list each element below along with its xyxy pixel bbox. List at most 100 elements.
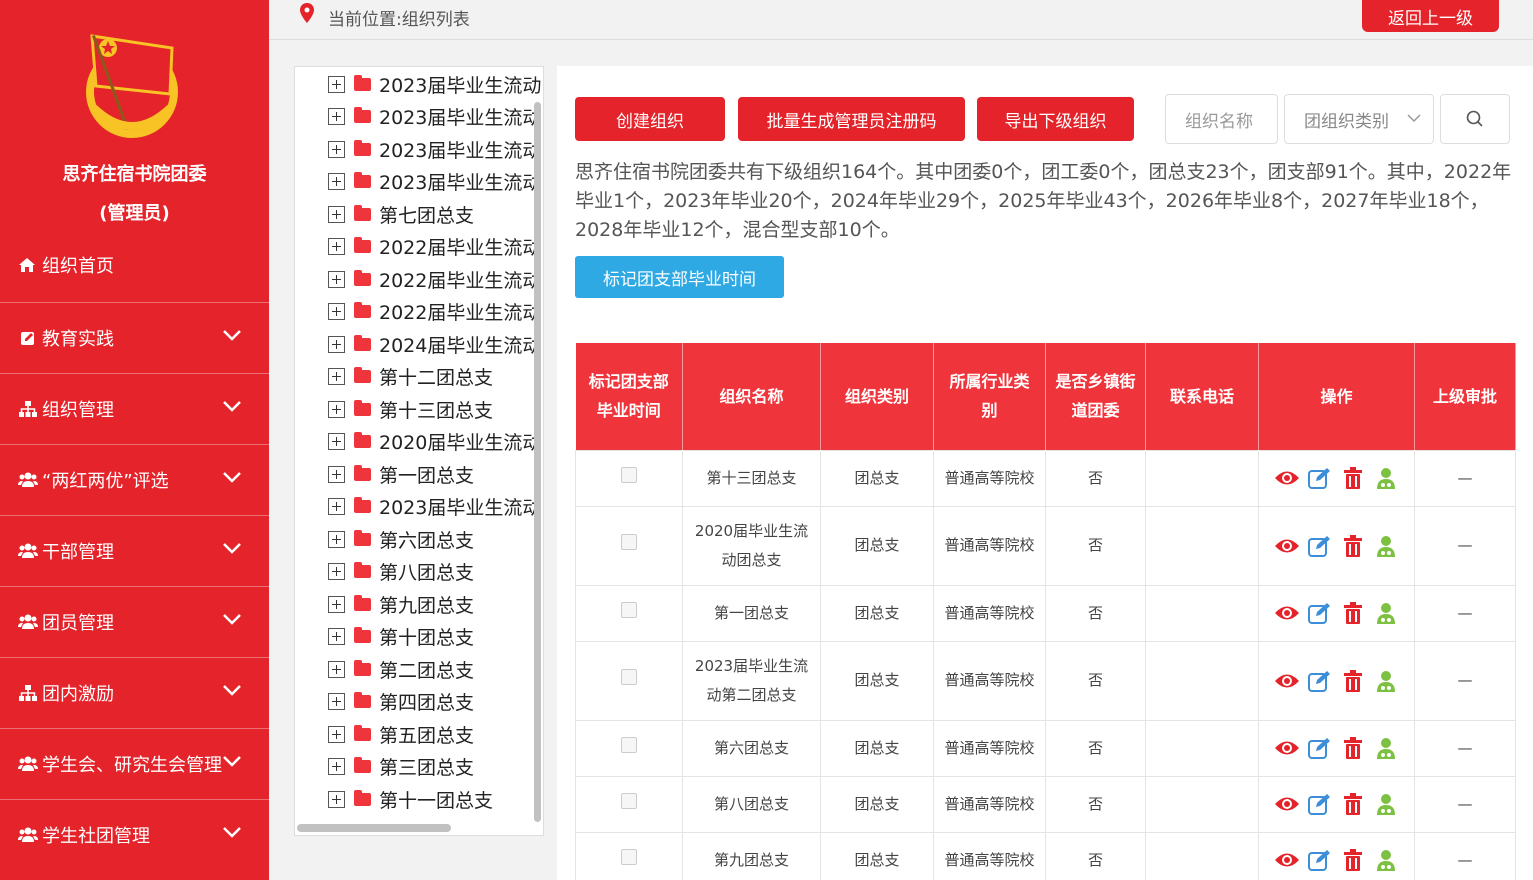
expand-plus-icon[interactable] [328,758,345,775]
delete-trash-icon[interactable] [1340,791,1366,817]
view-eye-icon[interactable] [1274,847,1300,873]
edit-icon[interactable] [1307,668,1333,694]
delete-trash-icon[interactable] [1340,735,1366,761]
edit-icon[interactable] [1307,600,1333,626]
expand-plus-icon[interactable] [328,108,345,125]
admin-user-icon[interactable] [1373,600,1399,626]
view-eye-icon[interactable] [1274,600,1300,626]
expand-plus-icon[interactable] [328,660,345,678]
export-sub-orgs-button[interactable]: 导出下级组织 [977,97,1134,141]
tree-node[interactable]: 2022届毕业生流动 [328,232,541,262]
tree-node[interactable]: 2024届毕业生流动 [328,329,541,359]
tree-node[interactable]: 2023届毕业生流动 [328,492,541,522]
delete-trash-icon[interactable] [1340,465,1366,491]
expand-plus-icon[interactable] [328,335,345,353]
tree-node[interactable]: 第七团总支 [328,199,474,229]
expand-plus-icon[interactable] [328,725,345,743]
row-checkbox[interactable] [621,466,637,483]
sidebar-item-cadre-management[interactable]: 干部管理 [0,515,269,586]
row-checkbox[interactable] [621,601,637,618]
back-button[interactable]: 返回上一级 [1362,0,1499,32]
tree-node[interactable]: 第十一团总支 [328,784,493,814]
tree-node[interactable]: 第十二团总支 [328,362,493,392]
mark-graduation-button[interactable]: 标记团支部毕业时间 [575,256,784,298]
tree-node[interactable]: 第九团总支 [328,589,474,619]
row-checkbox[interactable] [621,792,637,809]
expand-plus-icon[interactable] [328,75,345,93]
expand-plus-icon[interactable] [328,173,345,190]
tree-node[interactable]: 2022届毕业生流动 [328,297,541,327]
row-checkbox[interactable] [621,669,637,685]
sidebar-item-student-union[interactable]: 学生会、研究生会管理 [0,728,269,799]
expand-plus-icon[interactable] [328,530,345,548]
batch-generate-codes-button[interactable]: 批量生成管理员注册码 [738,97,965,141]
admin-user-icon[interactable] [1373,533,1399,559]
expand-plus-icon[interactable] [328,238,345,255]
sidebar-item-incentives[interactable]: 团内激励 [0,657,269,728]
sidebar-item-clubs[interactable]: 学生社团管理 [0,799,269,870]
expand-plus-icon[interactable] [328,205,345,223]
tree-node[interactable]: 2020届毕业生流动 [328,427,541,457]
view-eye-icon[interactable] [1274,791,1300,817]
sidebar-item-two-red-two-excellent[interactable]: “两红两优”评选 [0,444,269,515]
expand-plus-icon[interactable] [328,628,345,645]
edit-icon[interactable] [1307,791,1333,817]
row-checkbox[interactable] [621,736,637,753]
expand-plus-icon[interactable] [328,368,345,385]
expand-plus-icon[interactable] [328,400,345,418]
sidebar-item-member-management[interactable]: 团员管理 [0,586,269,657]
view-eye-icon[interactable] [1274,465,1300,491]
expand-plus-icon[interactable] [328,465,345,483]
edit-icon[interactable] [1307,735,1333,761]
sidebar-item-home[interactable]: 组织首页 [18,252,114,278]
expand-plus-icon[interactable] [328,270,345,288]
edit-icon[interactable] [1307,847,1333,873]
delete-trash-icon[interactable] [1340,533,1366,559]
view-eye-icon[interactable] [1274,533,1300,559]
edit-icon[interactable] [1307,533,1333,559]
row-checkbox[interactable] [621,848,637,865]
expand-plus-icon[interactable] [328,595,345,613]
tree-node[interactable]: 第一团总支 [328,459,474,489]
admin-user-icon[interactable] [1373,791,1399,817]
expand-plus-icon[interactable] [328,140,345,158]
tree-node[interactable]: 2023届毕业生流动 [328,134,541,164]
tree-node[interactable]: 2023届毕业生流动 [328,167,541,197]
tree-horizontal-scrollbar[interactable] [297,824,451,832]
tree-node[interactable]: 第三团总支 [328,752,474,782]
sidebar-item-org-management[interactable]: 组织管理 [0,373,269,444]
tree-node[interactable]: 2022届毕业生流动 [328,264,541,294]
tree-node[interactable]: 第六团总支 [328,524,474,554]
tree-node[interactable]: 第五团总支 [328,719,474,749]
admin-user-icon[interactable] [1373,668,1399,694]
expand-plus-icon[interactable] [328,790,345,808]
view-eye-icon[interactable] [1274,668,1300,694]
expand-plus-icon[interactable] [328,693,345,710]
tree-vertical-scrollbar[interactable] [534,102,541,822]
tree-node[interactable]: 第四团总支 [328,687,474,717]
org-name-search-input[interactable]: 组织名称 [1165,94,1278,144]
admin-user-icon[interactable] [1373,465,1399,491]
edit-icon[interactable] [1307,465,1333,491]
tree-node[interactable]: 2023届毕业生流动 [328,102,541,132]
expand-plus-icon[interactable] [328,303,345,320]
tree-node[interactable]: 第八团总支 [328,557,474,587]
view-eye-icon[interactable] [1274,735,1300,761]
expand-plus-icon[interactable] [328,433,345,450]
org-category-select[interactable]: 团组织类别 [1284,94,1434,144]
search-button[interactable] [1440,94,1510,144]
tree-node[interactable]: 第二团总支 [328,654,474,684]
delete-trash-icon[interactable] [1340,600,1366,626]
sidebar-item-education[interactable]: 教育实践 [0,302,269,373]
delete-trash-icon[interactable] [1340,847,1366,873]
expand-plus-icon[interactable] [328,498,345,515]
expand-plus-icon[interactable] [328,563,345,580]
admin-user-icon[interactable] [1373,735,1399,761]
tree-node[interactable]: 第十团总支 [328,622,474,652]
create-org-button[interactable]: 创建组织 [575,97,725,141]
delete-trash-icon[interactable] [1340,668,1366,694]
tree-node[interactable]: 第十三团总支 [328,394,493,424]
tree-node[interactable]: 2023届毕业生流动 [328,69,541,99]
admin-user-icon[interactable] [1373,847,1399,873]
row-checkbox[interactable] [621,534,637,550]
